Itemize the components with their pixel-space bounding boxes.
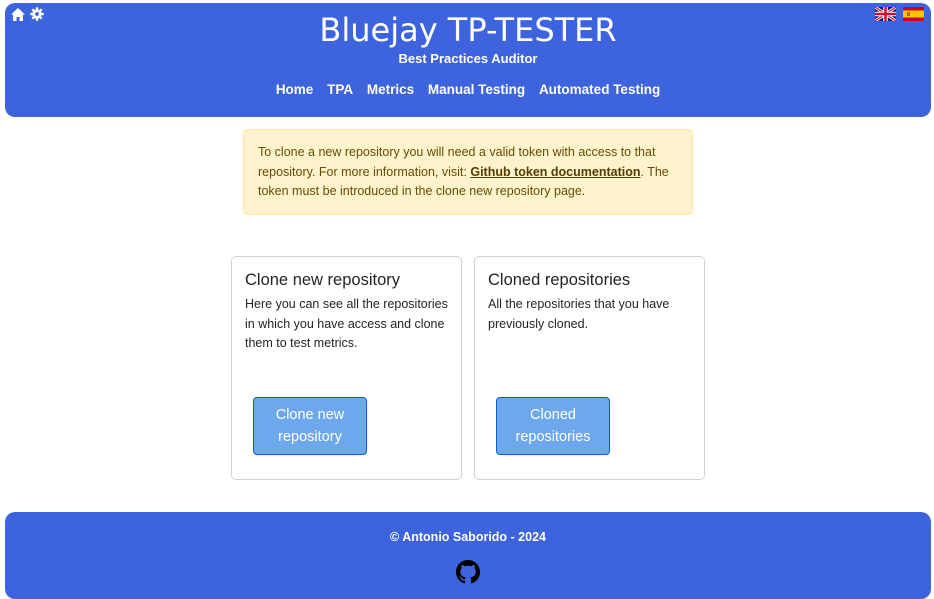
app-title: Bluejay TP-TESTER [319,11,617,49]
cloned-repositories-card: Cloned repositories All the repositories… [474,256,705,480]
github-token-docs-link[interactable]: Github token documentation [470,165,640,179]
token-alert: To clone a new repository you will need … [243,129,693,215]
github-icon[interactable] [456,560,480,589]
main-nav: Home TPA Metrics Manual Testing Automate… [5,82,931,97]
cloned-repositories-button[interactable]: Cloned repositories [496,397,610,455]
card-description: All the repositories that you have previ… [488,297,670,331]
nav-metrics[interactable]: Metrics [367,82,414,97]
nav-automated-testing[interactable]: Automated Testing [539,82,660,97]
clone-new-repository-card: Clone new repository Here you can see al… [231,256,462,480]
footer: © Antonio Saborido - 2024 [5,512,931,599]
app-subtitle: Best Practices Auditor [398,51,538,66]
nav-home[interactable]: Home [276,82,314,97]
nav-manual-testing[interactable]: Manual Testing [428,82,525,97]
card-description: Here you can see all the repositories in… [245,297,448,350]
card-title: Clone new repository [245,271,400,289]
nav-tpa[interactable]: TPA [327,82,353,97]
header: Bluejay TP-TESTER Best Practices Auditor… [5,3,931,117]
clone-new-repository-button[interactable]: Clone new repository [253,397,367,455]
card-title: Cloned repositories [488,271,631,289]
copyright-text: © Antonio Saborido - 2024 [390,530,546,544]
